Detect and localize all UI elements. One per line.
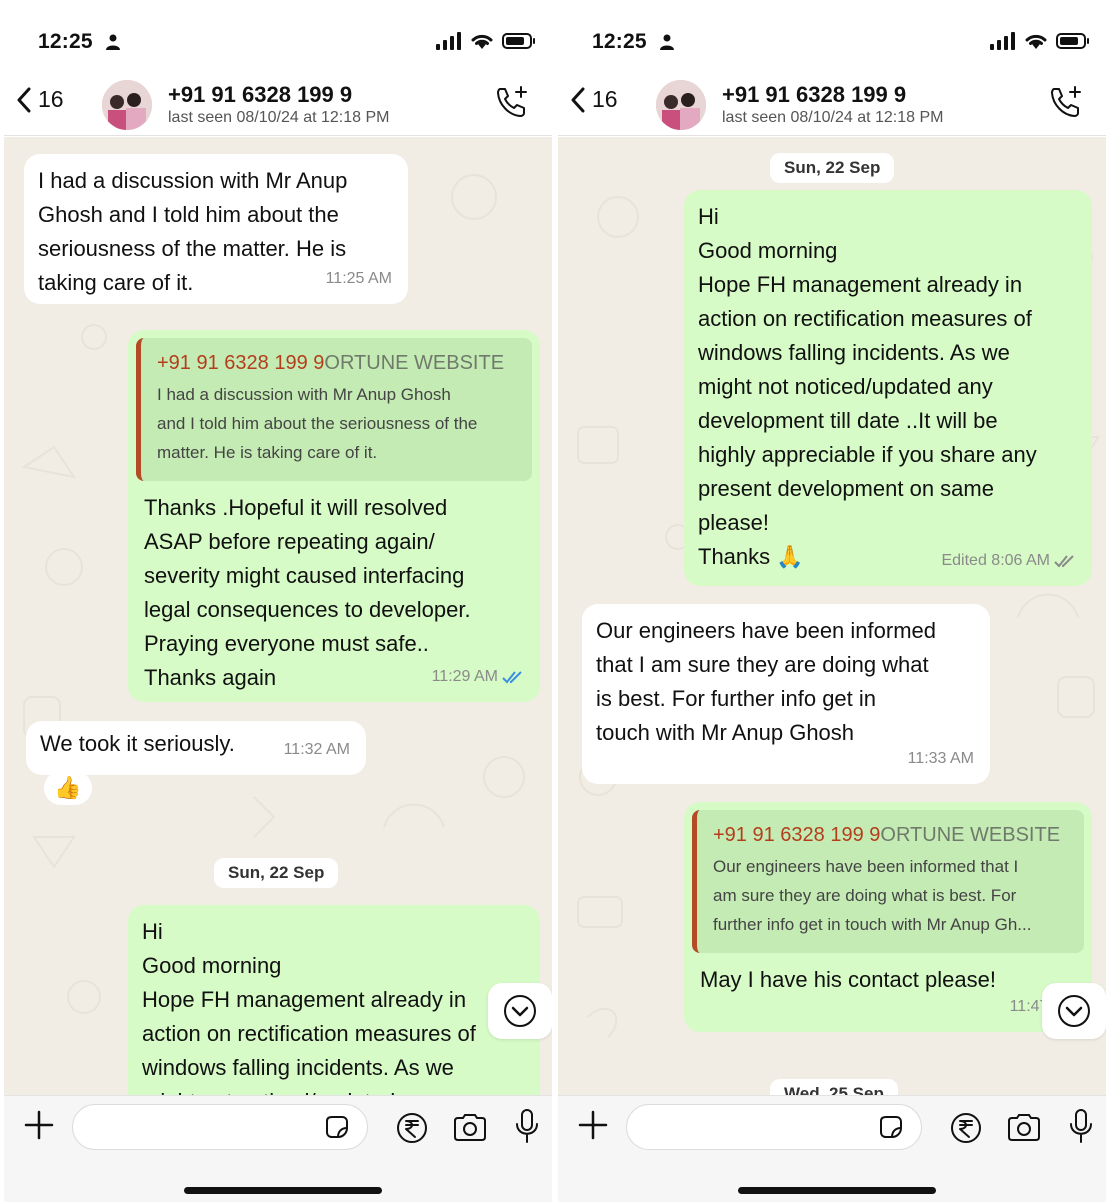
rupee-icon[interactable] — [950, 1112, 982, 1144]
sticker-icon[interactable] — [878, 1114, 904, 1140]
last-seen: last seen 08/10/24 at 12:18 PM — [168, 109, 390, 126]
message-outgoing[interactable]: Hi Good morning Hope FH management alrea… — [684, 190, 1092, 586]
message-time: Edited 8:06 AM — [941, 544, 1076, 578]
quoted-text: Our engineers have been informed that I … — [713, 857, 1032, 934]
contact-name[interactable]: +91 91 6328 199 9 — [168, 82, 352, 108]
chat-header: 16 +91 91 6328 199 9 last seen 08/10/24 … — [558, 72, 1106, 136]
last-seen: last seen 08/10/24 at 12:18 PM — [722, 109, 944, 126]
quoted-message[interactable]: +91 91 6328 199 9ORTUNE WEBSITE Our engi… — [692, 810, 1084, 953]
mic-icon[interactable] — [1068, 1108, 1094, 1144]
message-outgoing-reply[interactable]: +91 91 6328 199 9ORTUNE WEBSITE I had a … — [128, 330, 540, 702]
person-icon — [106, 34, 120, 50]
compose-bar — [4, 1095, 552, 1202]
mic-icon[interactable] — [514, 1108, 540, 1144]
message-text: Hi Good morning Hope FH management alrea… — [698, 204, 1037, 569]
scroll-down-button[interactable] — [1042, 983, 1106, 1039]
message-time: 11:32 AM — [283, 741, 350, 758]
unread-count: 16 — [592, 86, 618, 112]
message-incoming[interactable]: We took it seriously. 11:32 AM — [26, 721, 366, 775]
quoted-text: I had a discussion with Mr Anup Ghosh an… — [157, 385, 478, 462]
status-time: 12:25 — [38, 30, 93, 53]
chat-header: 16 +91 91 6328 199 9 last seen 08/10/24 … — [4, 72, 552, 136]
read-ticks-icon — [1054, 555, 1074, 568]
add-call-icon[interactable] — [1048, 84, 1084, 120]
message-time: 11:33 AM — [907, 750, 974, 767]
signal-icon — [990, 32, 1015, 50]
quoted-sender: +91 91 6328 199 9ORTUNE WEBSITE — [157, 352, 505, 374]
person-icon — [660, 34, 674, 50]
unread-count: 16 — [38, 86, 64, 112]
back-button[interactable]: 16 — [16, 86, 64, 113]
battery-icon — [1056, 33, 1089, 49]
scroll-down-button[interactable] — [488, 983, 552, 1039]
message-outgoing-reply[interactable]: +91 91 6328 199 9ORTUNE WEBSITE Our engi… — [684, 802, 1092, 1032]
home-indicator — [184, 1187, 382, 1194]
sticker-icon[interactable] — [324, 1114, 350, 1140]
rupee-icon[interactable] — [396, 1112, 428, 1144]
battery-icon — [502, 33, 535, 49]
date-separator: Sun, 22 Sep — [770, 153, 895, 183]
status-indicators — [436, 32, 536, 50]
message-time: 11:29 AM — [432, 660, 524, 694]
home-indicator — [738, 1187, 936, 1194]
message-text: Our engineers have been informed that I … — [596, 618, 936, 745]
read-ticks-icon — [502, 671, 522, 684]
quoted-message[interactable]: +91 91 6328 199 9ORTUNE WEBSITE I had a … — [136, 338, 532, 481]
reaction-badge[interactable]: 👍 — [44, 771, 92, 805]
chevron-down-icon — [1058, 995, 1090, 1027]
message-incoming[interactable]: Our engineers have been informed that I … — [582, 604, 990, 784]
compose-bar — [558, 1095, 1106, 1202]
contact-name[interactable]: +91 91 6328 199 9 — [722, 82, 906, 108]
add-call-icon[interactable] — [494, 84, 530, 120]
status-indicators — [990, 32, 1090, 50]
status-time: 12:25 — [592, 30, 647, 53]
back-chevron-icon — [17, 87, 31, 112]
back-chevron-icon — [571, 87, 585, 112]
date-separator: Sun, 22 Sep — [214, 858, 339, 888]
chat-screen-right: 12:25 16 +91 91 6328 199 9 last seen 08/… — [558, 0, 1106, 1202]
message-outgoing[interactable]: Hi Good morning Hope FH management alrea… — [128, 905, 540, 1095]
signal-icon — [436, 32, 461, 50]
chat-area[interactable]: I had a discussion with Mr Anup Ghosh an… — [4, 137, 552, 1095]
message-incoming[interactable]: I had a discussion with Mr Anup Ghosh an… — [24, 154, 408, 304]
quoted-sender: +91 91 6328 199 9ORTUNE WEBSITE — [713, 824, 1061, 846]
wifi-icon — [1025, 34, 1047, 49]
chat-area[interactable]: Sun, 22 Sep Hi Good morning Hope FH mana… — [558, 137, 1106, 1095]
wifi-icon — [471, 34, 493, 49]
plus-icon[interactable] — [578, 1110, 608, 1140]
back-button[interactable]: 16 — [570, 86, 618, 113]
camera-icon[interactable] — [1006, 1112, 1042, 1142]
avatar[interactable] — [656, 80, 706, 130]
avatar[interactable] — [102, 80, 152, 130]
message-time: 11:25 AM — [325, 270, 392, 287]
message-text: Hi Good morning Hope FH management alrea… — [142, 919, 476, 1095]
camera-icon[interactable] — [452, 1112, 488, 1142]
date-separator: Wed, 25 Sep — [770, 1079, 898, 1095]
chat-screen-left: 12:25 16 +91 91 6328 199 9 last seen 08/… — [4, 0, 552, 1202]
plus-icon[interactable] — [24, 1110, 54, 1140]
chevron-down-icon — [504, 995, 536, 1027]
